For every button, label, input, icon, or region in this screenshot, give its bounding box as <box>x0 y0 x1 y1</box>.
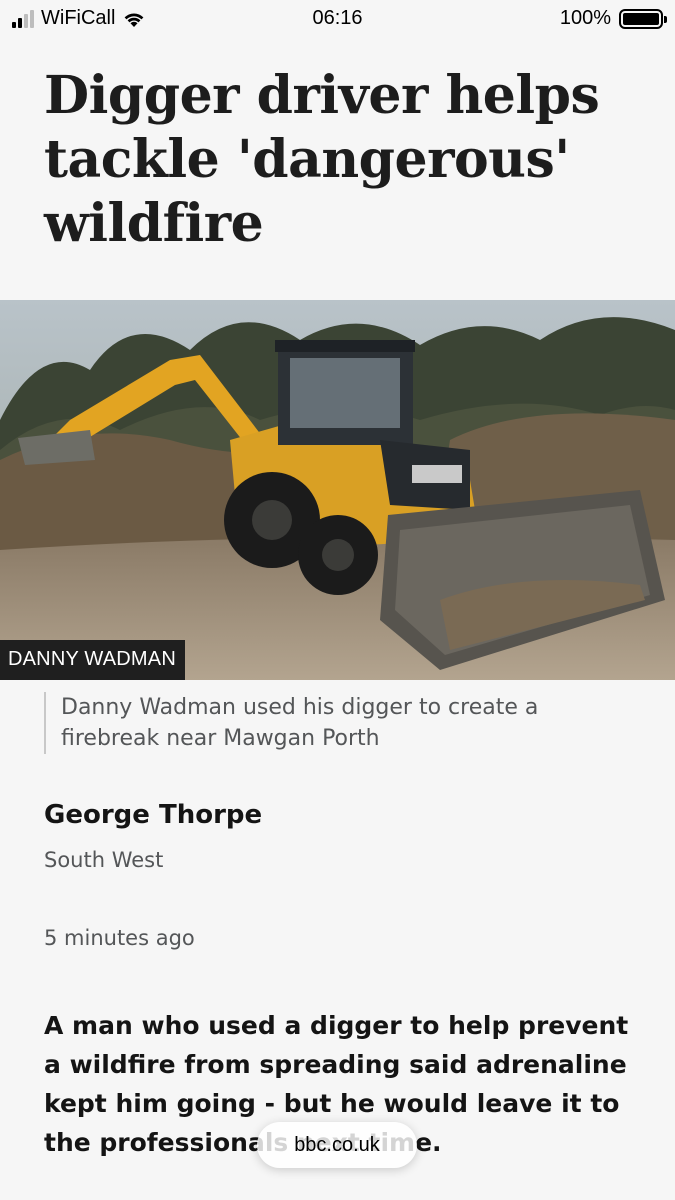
author-name[interactable]: George Thorpe <box>44 800 262 830</box>
battery-icon <box>619 8 667 29</box>
battery-fill <box>623 12 659 25</box>
browser-address-bar[interactable]: bbc.co.uk <box>257 1122 417 1168</box>
digger-photo <box>0 300 675 680</box>
author-region: South West <box>44 848 164 872</box>
status-right: 100% <box>559 7 667 30</box>
publish-timestamp: 5 minutes ago <box>44 926 195 950</box>
battery-percent: 100% <box>559 7 611 29</box>
image-credit: DANNY WADMAN <box>0 640 185 680</box>
article-headline: Digger driver helps tackle 'dangerous' w… <box>44 65 600 254</box>
image-caption: Danny Wadman used his digger to create a… <box>44 692 634 754</box>
hero-image[interactable]: DANNY WADMAN <box>0 300 675 680</box>
status-bar: WiFiCall 06:16 100% <box>0 0 675 40</box>
